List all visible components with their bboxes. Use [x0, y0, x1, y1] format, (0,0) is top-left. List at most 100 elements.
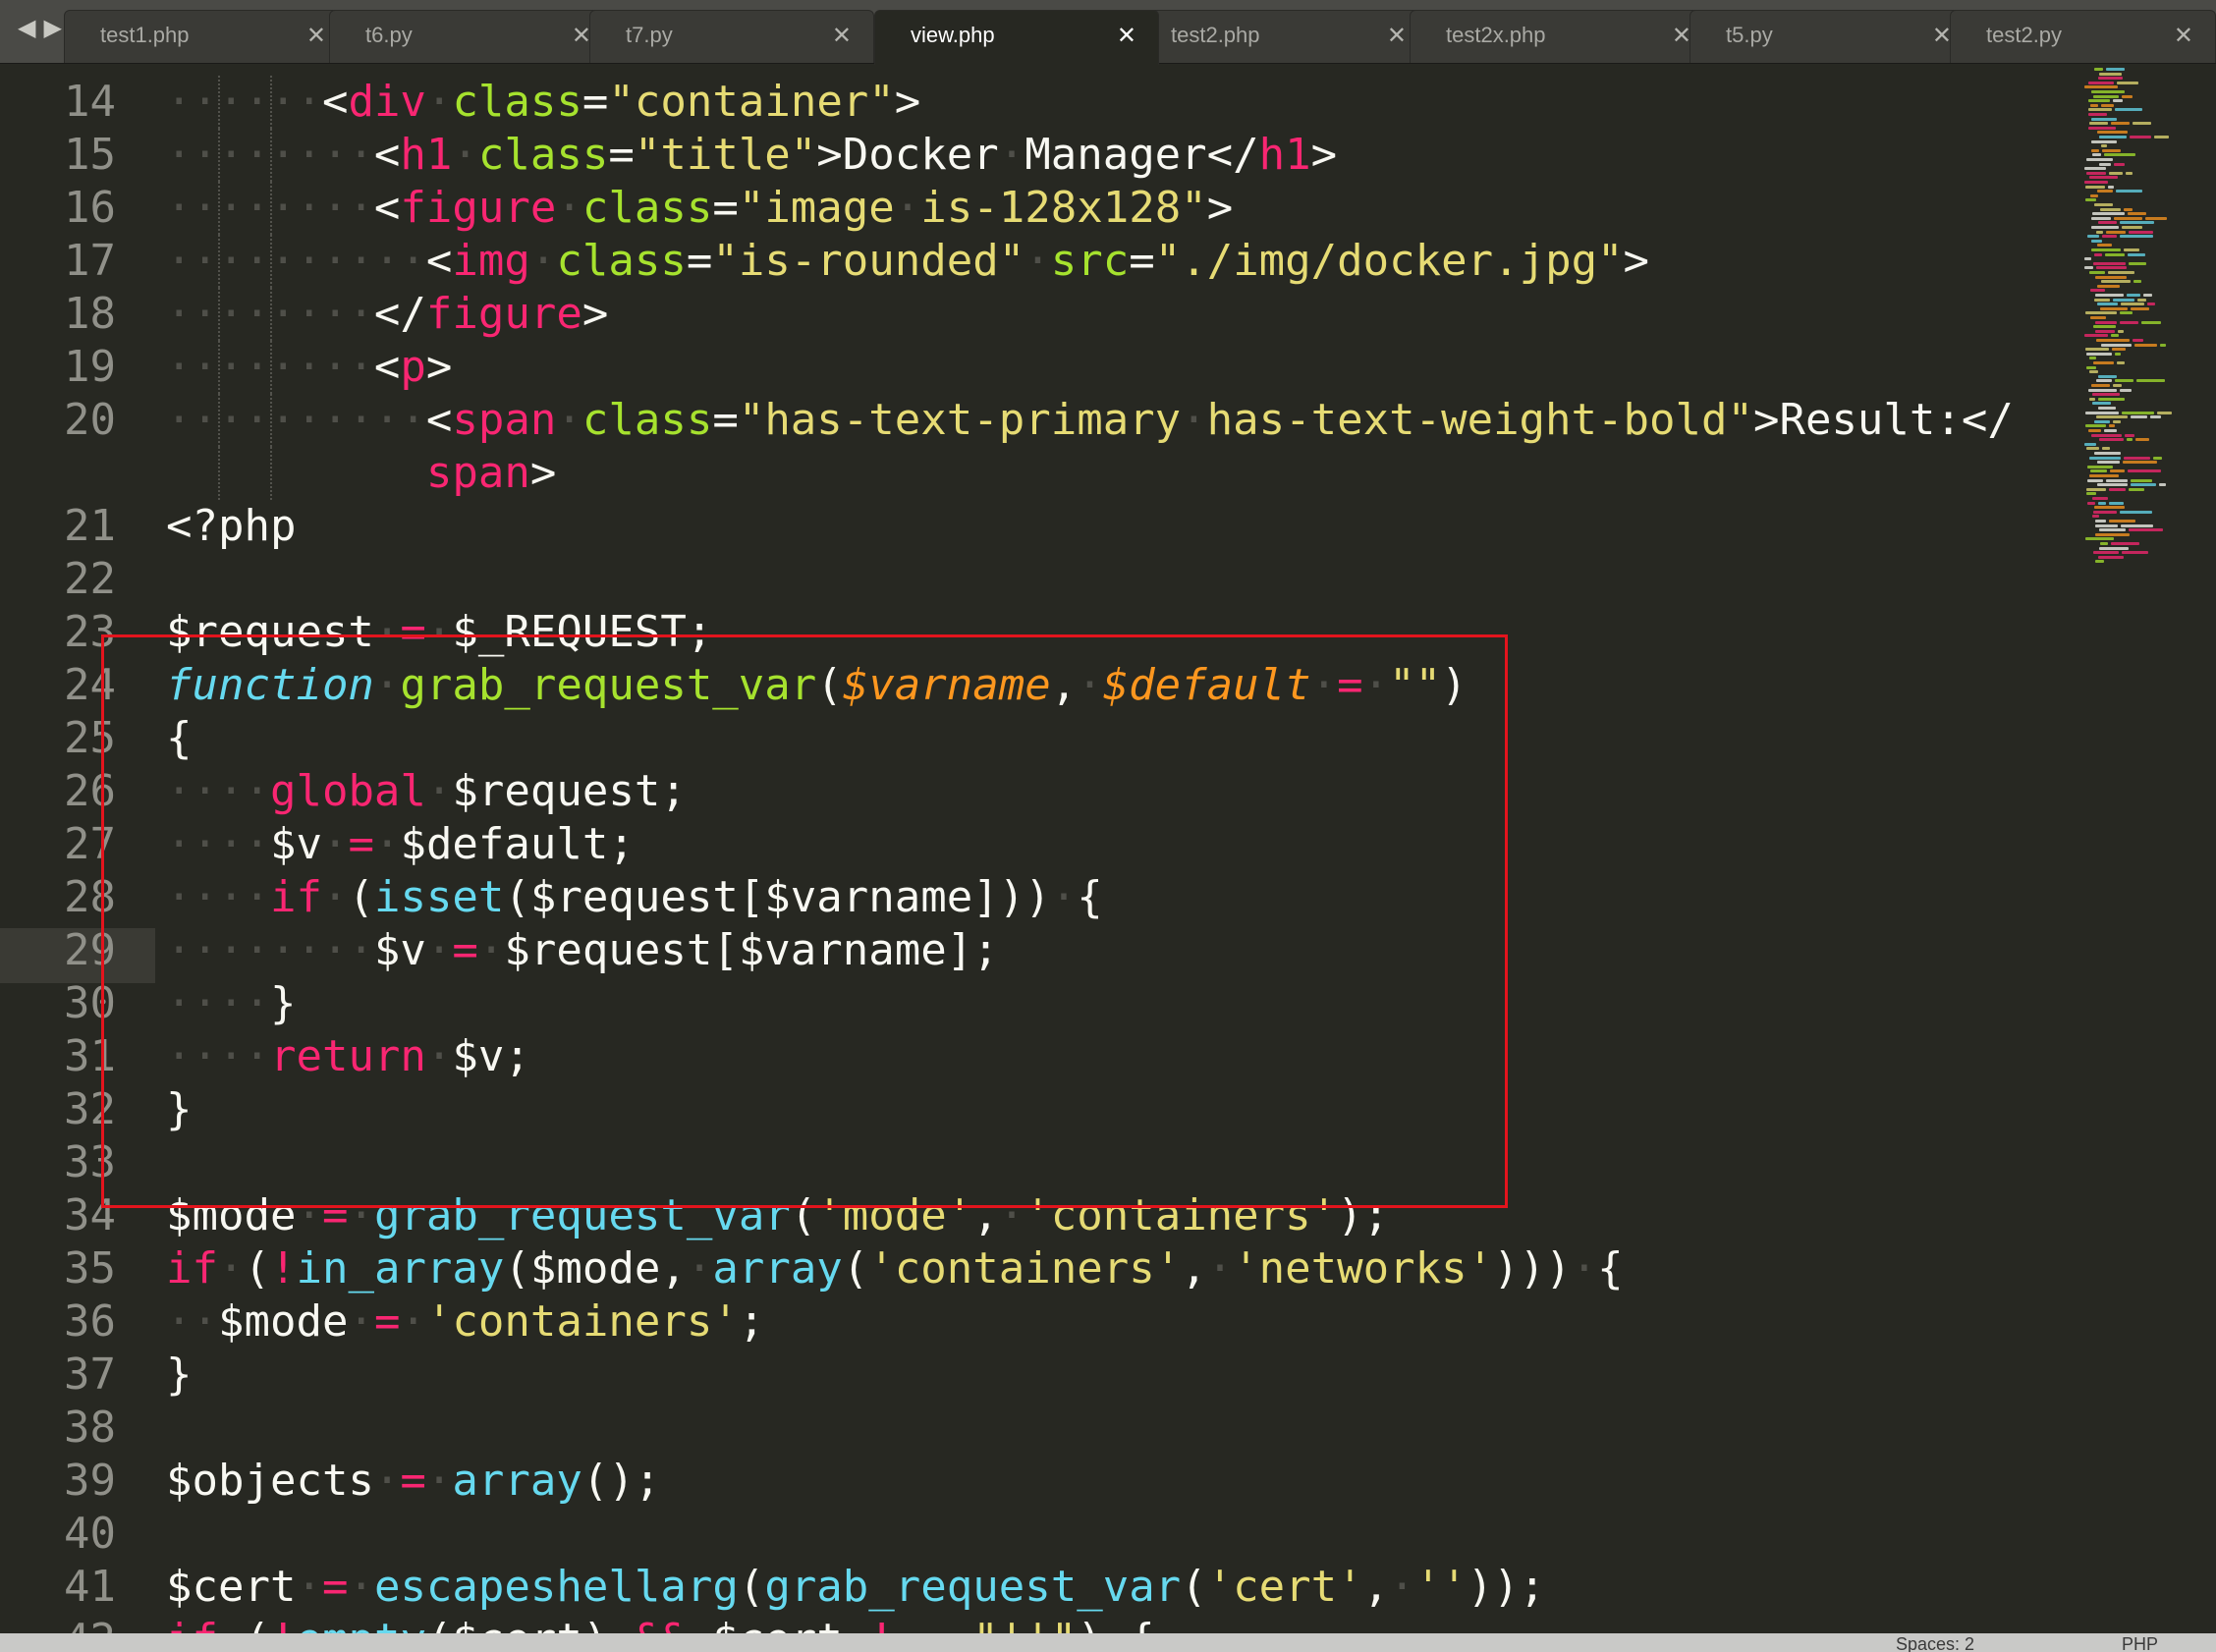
tab-bar: ◀ ▶ test1.php ✕ t6.py ✕ t7.py ✕ view.php ✕ test2…: [0, 0, 2216, 65]
code-line[interactable]: 37}: [0, 1349, 2073, 1402]
tab-close-icon[interactable]: ✕: [572, 22, 591, 50]
line-number: 31: [64, 1031, 116, 1081]
code-text: ··········<img·class="is-rounded"·src=".…: [166, 235, 1649, 288]
tab[interactable]: t5.py ✕: [1690, 10, 1974, 63]
code-line[interactable]: 23 $request·=·$_REQUEST;: [0, 606, 2073, 659]
code-editor[interactable]: 14 ······<div·class="container"> 15 ·······…: [0, 64, 2073, 1633]
code-token: ($cert): [426, 1615, 608, 1633]
code-line[interactable]: 34 $mode·=·grab_request_var('mode',·'cont…: [0, 1189, 2073, 1242]
code-line[interactable]: 39 $objects·=·array();: [0, 1455, 2073, 1508]
tab-close-icon[interactable]: ✕: [1672, 22, 1691, 50]
code-line[interactable]: 28 ····if·(isset($request[$varname]))·{: [0, 871, 2073, 924]
tab[interactable]: t6.py ✕: [329, 10, 614, 63]
code-token: }: [269, 978, 297, 1028]
minimap-line: [2137, 298, 2146, 302]
minimap-line: [2128, 469, 2161, 473]
code-line[interactable]: 15 ········<h1·class="title">Docker·Manag…: [0, 129, 2073, 182]
code-text: $objects·=·array();: [166, 1455, 660, 1508]
tab-close-icon[interactable]: ✕: [1932, 22, 1952, 50]
tab-close-icon[interactable]: ✕: [832, 22, 852, 50]
minimap-line: [2090, 316, 2106, 319]
code-line[interactable]: 38: [0, 1402, 2073, 1455]
code-line[interactable]: 31 ····return·$v;: [0, 1030, 2073, 1083]
code-token: (: [244, 1615, 270, 1633]
indent-guide: [218, 129, 220, 182]
code-line[interactable]: 17 ··········<img·class="is-rounded"·src=…: [0, 235, 2073, 288]
tab-close-icon[interactable]: ✕: [2174, 22, 2193, 50]
tab-close-icon[interactable]: ✕: [1387, 22, 1407, 50]
minimap-line: [2097, 303, 2118, 306]
indent-guide: [270, 341, 272, 394]
code-text: ····global·$request;: [166, 765, 687, 818]
code-line[interactable]: 35 if·(!in_array($mode,·array('containers…: [0, 1242, 2073, 1295]
code-line[interactable]: 25 {: [0, 712, 2073, 765]
code-token: <?php: [166, 501, 297, 551]
minimap-line: [2093, 325, 2116, 329]
code-line[interactable]: span>: [0, 447, 2073, 500]
code-line[interactable]: 33: [0, 1136, 2073, 1189]
code-token: span: [425, 448, 530, 498]
code-line[interactable]: 14 ······<div·class="container">: [0, 76, 2073, 129]
code-token: 'cert': [1206, 1562, 1363, 1612]
code-line[interactable]: 41 $cert·=·escapeshellarg(grab_request_va…: [0, 1561, 2073, 1614]
minimap-line: [2094, 252, 2102, 256]
code-token: ·: [373, 660, 401, 710]
code-token: class: [582, 183, 713, 233]
minimap-line: [2114, 162, 2125, 166]
code-line[interactable]: 24 function·grab_request_var($varname,·$d…: [0, 659, 2073, 712]
code-line[interactable]: 42if·(!empty($cert)·&&·$cert·!==·"''")·{: [0, 1614, 2073, 1633]
code-token: 'networks': [1233, 1243, 1494, 1294]
code-line[interactable]: 16 ········<figure·class="image·is-128x12…: [0, 182, 2073, 235]
code-line[interactable]: 18 ········</figure>: [0, 288, 2073, 341]
line-number: 25: [64, 713, 116, 763]
minimap-line: [2126, 171, 2133, 175]
code-line[interactable]: 19 ········<p>: [0, 341, 2073, 394]
code-text: span>: [166, 447, 556, 500]
code-token: p: [400, 342, 426, 392]
code-token: >: [894, 77, 921, 127]
minimap-line: [2084, 334, 2108, 338]
code-line[interactable]: 30 ····}: [0, 977, 2073, 1030]
tab-label: view.php: [911, 23, 995, 47]
syntax-status[interactable]: PHP: [2122, 1635, 2158, 1652]
line-number: 34: [64, 1190, 116, 1240]
back-arrow-icon[interactable]: ◀: [18, 14, 35, 41]
tab-close-icon[interactable]: ✕: [306, 22, 326, 50]
tab[interactable]: view.php ✕: [874, 10, 1159, 65]
code-line[interactable]: 40: [0, 1508, 2073, 1561]
code-line[interactable]: 21 <?php: [0, 500, 2073, 553]
tab[interactable]: test2.php ✕: [1135, 10, 1429, 63]
tab-close-icon[interactable]: ✕: [1117, 22, 1136, 50]
minimap-line: [2160, 343, 2166, 347]
tab-label: t6.py: [365, 23, 413, 47]
code-line[interactable]: 36 ··$mode·=·'containers';: [0, 1295, 2073, 1349]
code-line[interactable]: 26 ····global·$request;: [0, 765, 2073, 818]
line-number: 21: [64, 501, 116, 551]
forward-arrow-icon[interactable]: ▶: [43, 14, 61, 41]
code-token: ··: [166, 1296, 218, 1347]
code-token: {: [1129, 1615, 1155, 1633]
code-token: $request: [166, 607, 374, 657]
minimap-line: [2091, 384, 2110, 387]
minimap[interactable]: [2080, 64, 2216, 594]
minimap-line: [2088, 81, 2114, 84]
minimap-line: [2089, 474, 2119, 477]
minimap-line: [2153, 456, 2162, 460]
code-line[interactable]: 22: [0, 553, 2073, 606]
tab[interactable]: t7.py ✕: [589, 10, 874, 63]
minimap-line: [2130, 136, 2151, 138]
code-line[interactable]: 27 ····$v·=·$default;: [0, 818, 2073, 871]
code-token: $request[$varname];: [504, 925, 999, 975]
code-token: <: [373, 342, 401, 392]
indentation-status[interactable]: Spaces: 2: [1896, 1635, 1974, 1652]
minimap-line: [2120, 510, 2152, 514]
code-line[interactable]: 32}: [0, 1083, 2073, 1136]
tab[interactable]: test2x.php ✕: [1410, 10, 1714, 63]
tab[interactable]: test2.py ✕: [1950, 10, 2216, 63]
code-token: $mode: [166, 1190, 297, 1240]
code-line[interactable]: 29 ········$v·=·$request[$varname];: [0, 924, 2073, 977]
tab[interactable]: test1.php ✕: [64, 10, 349, 63]
line-number: 40: [64, 1509, 116, 1559]
code-token: ,: [1050, 660, 1078, 710]
code-line[interactable]: 20 ··········<span·class="has-text-primar…: [0, 394, 2073, 447]
